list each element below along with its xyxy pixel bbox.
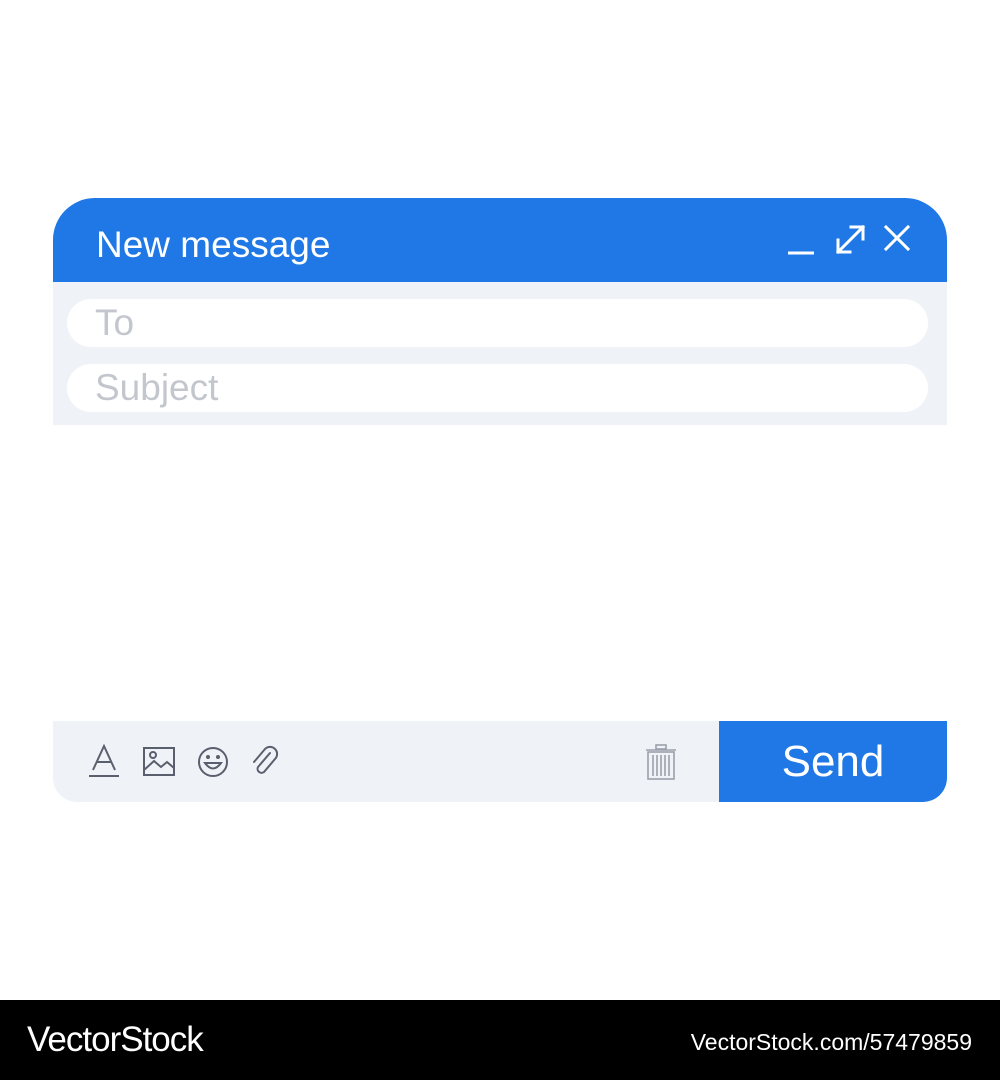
trash-icon <box>646 744 676 780</box>
compose-header: New message <box>53 198 947 282</box>
attach-button[interactable] <box>246 743 282 779</box>
compose-window: New message To Subject Send <box>53 198 947 802</box>
close-button[interactable] <box>879 218 915 258</box>
compose-title: New message <box>96 224 331 265</box>
font-button[interactable] <box>86 743 122 779</box>
expand-button[interactable] <box>832 218 868 258</box>
watermark-id: VectorStock.com/57479859 <box>690 1029 972 1055</box>
send-button[interactable]: Send <box>719 721 947 802</box>
expand-icon <box>835 224 866 255</box>
emoji-icon <box>198 747 228 777</box>
message-body[interactable] <box>53 425 947 721</box>
close-icon <box>883 224 911 252</box>
address-fields <box>53 282 947 425</box>
compose-toolbar: Send <box>53 721 947 802</box>
font-icon <box>89 743 119 777</box>
to-field[interactable] <box>67 299 928 347</box>
image-icon <box>143 747 175 776</box>
watermark-bar: VectorStock VectorStock.com/57479859 <box>0 1000 1000 1080</box>
discard-button[interactable] <box>643 743 679 780</box>
paperclip-icon <box>253 745 279 774</box>
watermark-logo: VectorStock <box>27 1020 204 1059</box>
subject-field[interactable] <box>67 364 928 412</box>
emoji-button[interactable] <box>195 743 231 779</box>
minimize-icon <box>788 251 814 255</box>
insert-image-button[interactable] <box>141 743 177 779</box>
minimize-button[interactable] <box>783 218 819 258</box>
